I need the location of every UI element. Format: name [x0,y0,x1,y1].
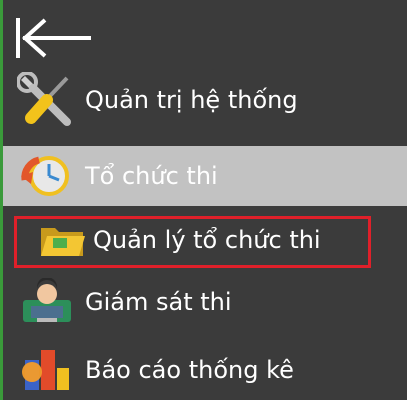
side-menu: Quản trị hệ thống Tổ chức thi Quản lý tổ… [0,0,407,400]
menu-item-label: Quản lý tổ chức thi [93,226,321,254]
menu-item-system-admin[interactable]: Quản trị hệ thống [3,70,407,130]
menu-item-exam-monitoring[interactable]: Giám sát thi [3,272,407,332]
menu-item-label: Giám sát thi [85,288,232,316]
menu-item-statistics-report[interactable]: Báo cáo thống kê [3,340,407,400]
tools-icon [17,72,77,126]
back-arrow-icon[interactable] [13,14,93,62]
monitor-user-icon [17,277,77,327]
clock-refresh-icon [17,151,77,201]
report-chart-icon [17,345,77,395]
menu-item-label: Báo cáo thống kê [85,356,294,384]
menu-item-label: Tổ chức thi [85,162,218,190]
menu-item-label: Quản trị hệ thống [85,86,298,114]
menu-item-organize-exam[interactable]: Tổ chức thi [3,146,407,206]
folder-icon [39,215,87,265]
menu-item-manage-exam-organization[interactable]: Quản lý tổ chức thi [3,210,407,270]
